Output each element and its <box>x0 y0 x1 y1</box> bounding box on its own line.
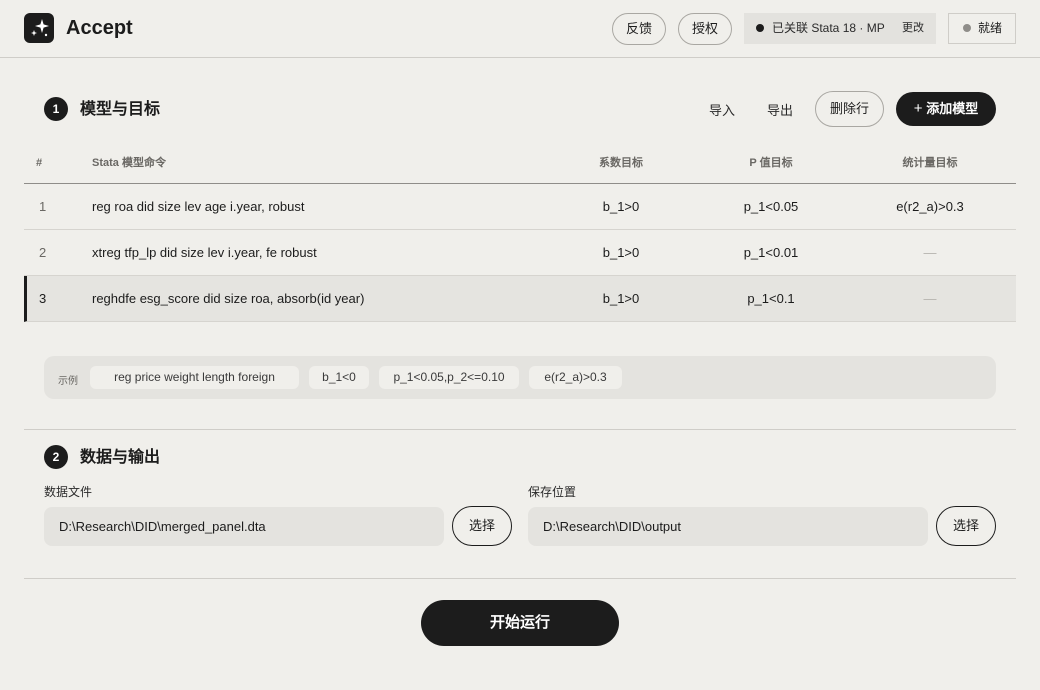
row-command[interactable]: reghdfe esg_score did size roa, absorb(i… <box>92 292 364 306</box>
row-index: 1 <box>39 199 47 214</box>
table-row-selected[interactable]: 3 reghdfe esg_score did size roa, absorb… <box>24 276 1016 322</box>
example-chip[interactable]: reg price weight length foreign <box>90 366 299 389</box>
example-chip[interactable]: p_1<0.05,p_2<=0.10 <box>379 366 519 389</box>
row-command[interactable]: xtreg tfp_lp did size lev i.year, fe rob… <box>92 246 317 260</box>
ready-dot-icon <box>963 24 971 32</box>
app-title: Accept <box>66 17 133 39</box>
start-run-button[interactable]: 开始运行 <box>421 600 619 646</box>
row-stat-target[interactable]: — <box>870 292 990 306</box>
export-button[interactable]: 导出 <box>767 103 793 119</box>
stata-status-text: 已关联 Stata 18 · MP <box>772 21 885 35</box>
table-row[interactable]: 1 reg roa did size lev age i.year, robus… <box>24 184 1016 230</box>
choose-save-location-button[interactable]: 选择 <box>936 506 996 546</box>
data-file-label: 数据文件 <box>44 485 93 499</box>
ready-status: 就绪 <box>948 13 1016 44</box>
connected-dot-icon <box>756 24 764 32</box>
ready-status-text: 就绪 <box>978 21 1003 35</box>
row-index: 3 <box>39 291 47 306</box>
row-pval-target[interactable]: p_1<0.01 <box>720 246 822 260</box>
row-stat-target[interactable]: e(r2_a)>0.3 <box>870 200 990 214</box>
feedback-button[interactable]: 反馈 <box>612 13 666 45</box>
license-button[interactable]: 授权 <box>678 13 732 45</box>
examples-label: 示例 <box>58 376 78 387</box>
row-coef-target[interactable]: b_1>0 <box>570 292 672 306</box>
column-header-coef: 系数目标 <box>599 157 643 169</box>
section-divider <box>24 429 1016 430</box>
add-model-button[interactable]: + 添加模型 <box>896 92 996 126</box>
row-coef-target[interactable]: b_1>0 <box>570 200 672 214</box>
app-header: Accept 反馈 授权 已关联 Stata 18 · MP 更改 就绪 <box>0 0 1040 58</box>
footer-divider <box>24 578 1016 579</box>
examples-bar: 示例 reg price weight length foreign b_1<0… <box>44 356 996 399</box>
table-row[interactable]: 2 xtreg tfp_lp did size lev i.year, fe r… <box>24 230 1016 276</box>
section-number-2: 2 <box>44 445 68 469</box>
save-location-input[interactable]: D:\Research\DID\output <box>528 507 928 546</box>
delete-row-button[interactable]: 删除行 <box>815 91 884 127</box>
column-header-index: # <box>36 157 43 169</box>
stata-status: 已关联 Stata 18 · MP 更改 <box>744 13 936 44</box>
add-model-label: 添加模型 <box>926 101 979 116</box>
column-header-pval: P 值目标 <box>749 157 793 169</box>
row-pval-target[interactable]: p_1<0.05 <box>720 200 822 214</box>
choose-data-file-button[interactable]: 选择 <box>452 506 512 546</box>
section-number-1: 1 <box>44 97 68 121</box>
section-title-data: 数据与输出 <box>80 449 161 466</box>
column-header-command: Stata 模型命令 <box>92 157 166 169</box>
row-pval-target[interactable]: p_1<0.1 <box>720 292 822 306</box>
example-chip[interactable]: e(r2_a)>0.3 <box>529 366 622 389</box>
change-stata-link[interactable]: 更改 <box>902 13 924 44</box>
row-coef-target[interactable]: b_1>0 <box>570 246 672 260</box>
row-command[interactable]: reg roa did size lev age i.year, robust <box>92 200 304 214</box>
import-button[interactable]: 导入 <box>709 103 735 119</box>
save-location-label: 保存位置 <box>528 485 577 499</box>
example-chip[interactable]: b_1<0 <box>309 366 369 389</box>
data-file-input[interactable]: D:\Research\DID\merged_panel.dta <box>44 507 444 546</box>
section-title-models: 模型与目标 <box>80 101 161 118</box>
row-index: 2 <box>39 245 47 260</box>
sparkle-logo-icon <box>24 13 54 43</box>
column-header-stat: 统计量目标 <box>902 157 958 169</box>
plus-icon: + <box>913 100 923 117</box>
row-stat-target[interactable]: — <box>870 246 990 260</box>
